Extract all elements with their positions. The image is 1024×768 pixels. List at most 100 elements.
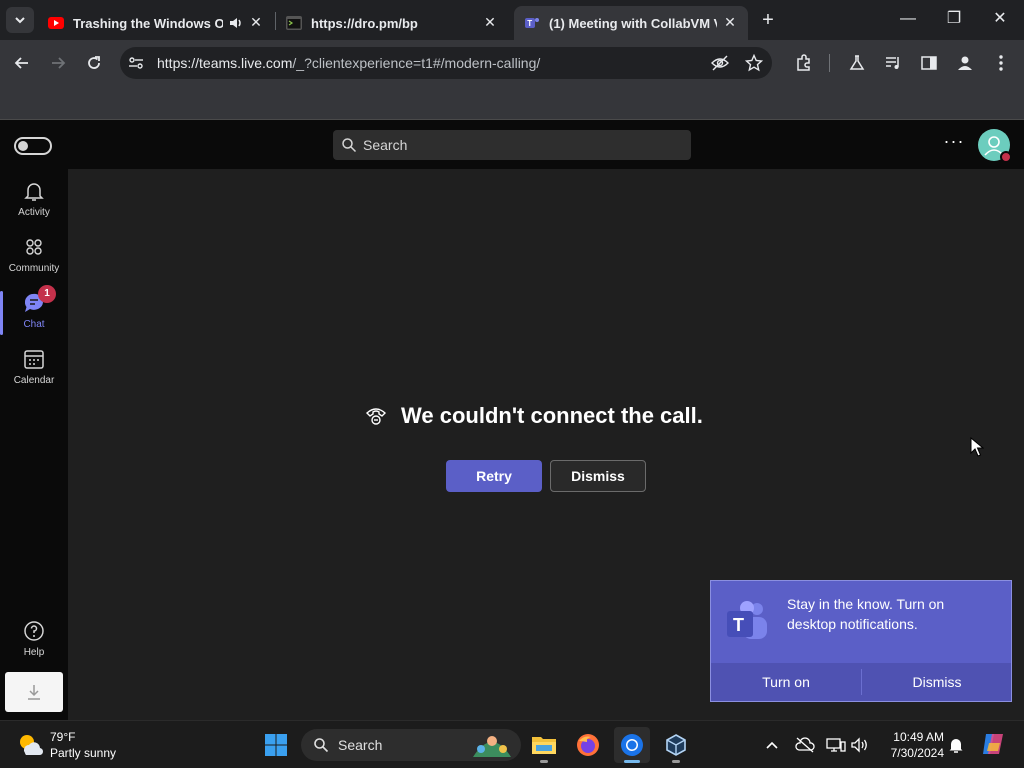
rail-item-community[interactable]: Community <box>0 235 68 287</box>
rail-label: Activity <box>18 207 50 218</box>
toast-message: Stay in the know. Turn on desktop notifi… <box>787 596 945 632</box>
dismiss-button[interactable]: Dismiss <box>550 460 646 492</box>
tab-close-button[interactable]: ✕ <box>248 14 264 30</box>
chrome-icon <box>621 734 643 756</box>
turn-on-notifications-button[interactable]: Turn on <box>711 663 861 701</box>
reload-icon <box>88 56 100 69</box>
reload-button[interactable] <box>83 52 105 74</box>
tab-close-button[interactable]: ✕ <box>722 14 738 30</box>
url-text: https://teams.live.com/_?clientexperienc… <box>157 55 540 71</box>
back-button[interactable] <box>11 52 33 74</box>
bell-icon <box>24 183 44 201</box>
running-indicator <box>672 760 680 763</box>
notifications-button[interactable] <box>946 735 966 755</box>
star-icon[interactable] <box>745 54 763 72</box>
tab-title: (1) Meeting with CollabVM VM <box>549 15 717 31</box>
taskbar-search-input[interactable]: Search <box>301 729 521 761</box>
weather-temperature: 79°F <box>50 730 76 744</box>
new-teams-toggle[interactable] <box>14 137 52 155</box>
browser-tab-teams[interactable]: T (1) Meeting with CollabVM VM ✕ <box>514 6 748 40</box>
url-path: /_?clientexperience=t1#/modern-calling/ <box>292 55 541 71</box>
toast-actions: Turn on Dismiss <box>711 663 1011 701</box>
retry-button[interactable]: Retry <box>446 460 542 492</box>
minimize-button[interactable]: — <box>898 8 918 30</box>
system-clock[interactable]: 10:49 AM 7/30/2024 <box>880 729 944 761</box>
weather-widget[interactable]: 79°F Partly sunny <box>16 729 156 761</box>
copilot-button[interactable] <box>980 731 1006 757</box>
teams-logo-icon: T <box>727 601 767 639</box>
virtualbox-icon <box>666 734 686 756</box>
browser-tab-strip: Trashing the Windows OOBE ✕ https://dro.… <box>0 0 1024 40</box>
forward-button[interactable] <box>47 52 69 74</box>
avatar[interactable] <box>978 129 1012 163</box>
rail-item-activity[interactable]: Activity <box>0 179 68 231</box>
rail-item-chat[interactable]: 1 Chat <box>0 285 68 343</box>
screen: Trashing the Windows OOBE ✕ https://dro.… <box>0 0 1024 768</box>
calendar-icon <box>24 350 44 369</box>
search-highlight-icon <box>473 736 511 757</box>
notification-toast: T Stay in the know. Turn on desktop noti… <box>710 580 1012 702</box>
media-controls-button[interactable] <box>882 52 904 74</box>
toolbar-divider <box>829 54 830 72</box>
app-rail: Activity Community 1 Chat Calendar Help <box>0 169 68 720</box>
tab-title: https://dro.pm/bp <box>311 15 418 31</box>
search-placeholder: Search <box>363 137 408 153</box>
show-hidden-icons-button[interactable] <box>762 735 782 755</box>
restore-button[interactable]: ❐ <box>944 8 964 30</box>
labs-button[interactable] <box>846 52 868 74</box>
browser-tab-youtube[interactable]: Trashing the Windows OOBE ✕ <box>38 6 274 40</box>
tab-search-button[interactable] <box>6 7 34 33</box>
rail-item-calendar[interactable]: Calendar <box>0 347 68 399</box>
profile-button[interactable] <box>954 52 976 74</box>
volume-tray-button[interactable] <box>850 735 870 755</box>
extensions-button[interactable] <box>793 52 815 74</box>
taskbar-chrome[interactable] <box>614 727 650 763</box>
browser-menu-button[interactable] <box>990 52 1012 74</box>
error-title: We couldn't connect the call. <box>401 403 703 428</box>
teams-search-input[interactable]: Search <box>333 130 691 160</box>
taskbar-virtualbox[interactable] <box>658 727 694 763</box>
side-panel-button[interactable] <box>918 52 940 74</box>
teams-icon: T <box>525 18 539 28</box>
terminal-icon <box>286 16 302 30</box>
search-icon <box>342 138 357 153</box>
rail-label: Chat <box>23 319 45 330</box>
address-bar[interactable]: https://teams.live.com/_?clientexperienc… <box>120 47 772 79</box>
browser-tab-dropm[interactable]: https://dro.pm/bp ✕ <box>276 6 508 40</box>
url-host: https://teams.live.com <box>157 55 293 71</box>
eye-slash-icon[interactable] <box>711 55 729 71</box>
cloud-offline-icon <box>795 737 815 753</box>
start-button[interactable] <box>258 727 294 763</box>
call-failed-icon <box>365 408 387 425</box>
taskbar-file-explorer[interactable] <box>526 727 562 763</box>
active-window-indicator <box>624 760 640 763</box>
rail-item-help[interactable]: Help <box>0 619 68 671</box>
new-tab-button[interactable]: + <box>758 10 778 30</box>
puzzle-icon <box>797 54 810 71</box>
more-options-button[interactable]: ··· <box>943 132 965 154</box>
svg-text:T: T <box>733 615 744 635</box>
speaker-icon <box>851 737 867 753</box>
person-icon <box>958 56 972 70</box>
download-app-button[interactable] <box>5 672 63 712</box>
firefox-icon <box>577 734 599 756</box>
side-panel-icon <box>921 56 937 70</box>
svg-text:T: T <box>527 19 532 28</box>
kebab-menu-icon <box>999 55 1003 71</box>
file-explorer-icon <box>532 737 556 754</box>
clock-time: 10:49 AM <box>893 730 944 744</box>
arrow-right-icon <box>52 57 66 69</box>
toast-dismiss-button[interactable]: Dismiss <box>862 663 1012 701</box>
window-close-button[interactable]: ✕ <box>990 8 1010 30</box>
windows-taskbar: 79°F Partly sunny Search 10:49 AM 7/30/2… <box>0 720 1024 768</box>
tab-close-button[interactable]: ✕ <box>482 14 498 30</box>
browser-toolbar: https://teams.live.com/_?clientexperienc… <box>0 40 1024 86</box>
taskbar-firefox[interactable] <box>570 727 606 763</box>
taskbar-search-placeholder: Search <box>338 737 383 753</box>
network-tray-button[interactable] <box>826 735 846 755</box>
music-queue-icon <box>886 57 899 69</box>
bell-icon <box>949 739 963 753</box>
site-settings-icon[interactable] <box>128 55 144 71</box>
unread-badge: 1 <box>38 285 56 303</box>
onedrive-tray-button[interactable] <box>795 735 815 755</box>
